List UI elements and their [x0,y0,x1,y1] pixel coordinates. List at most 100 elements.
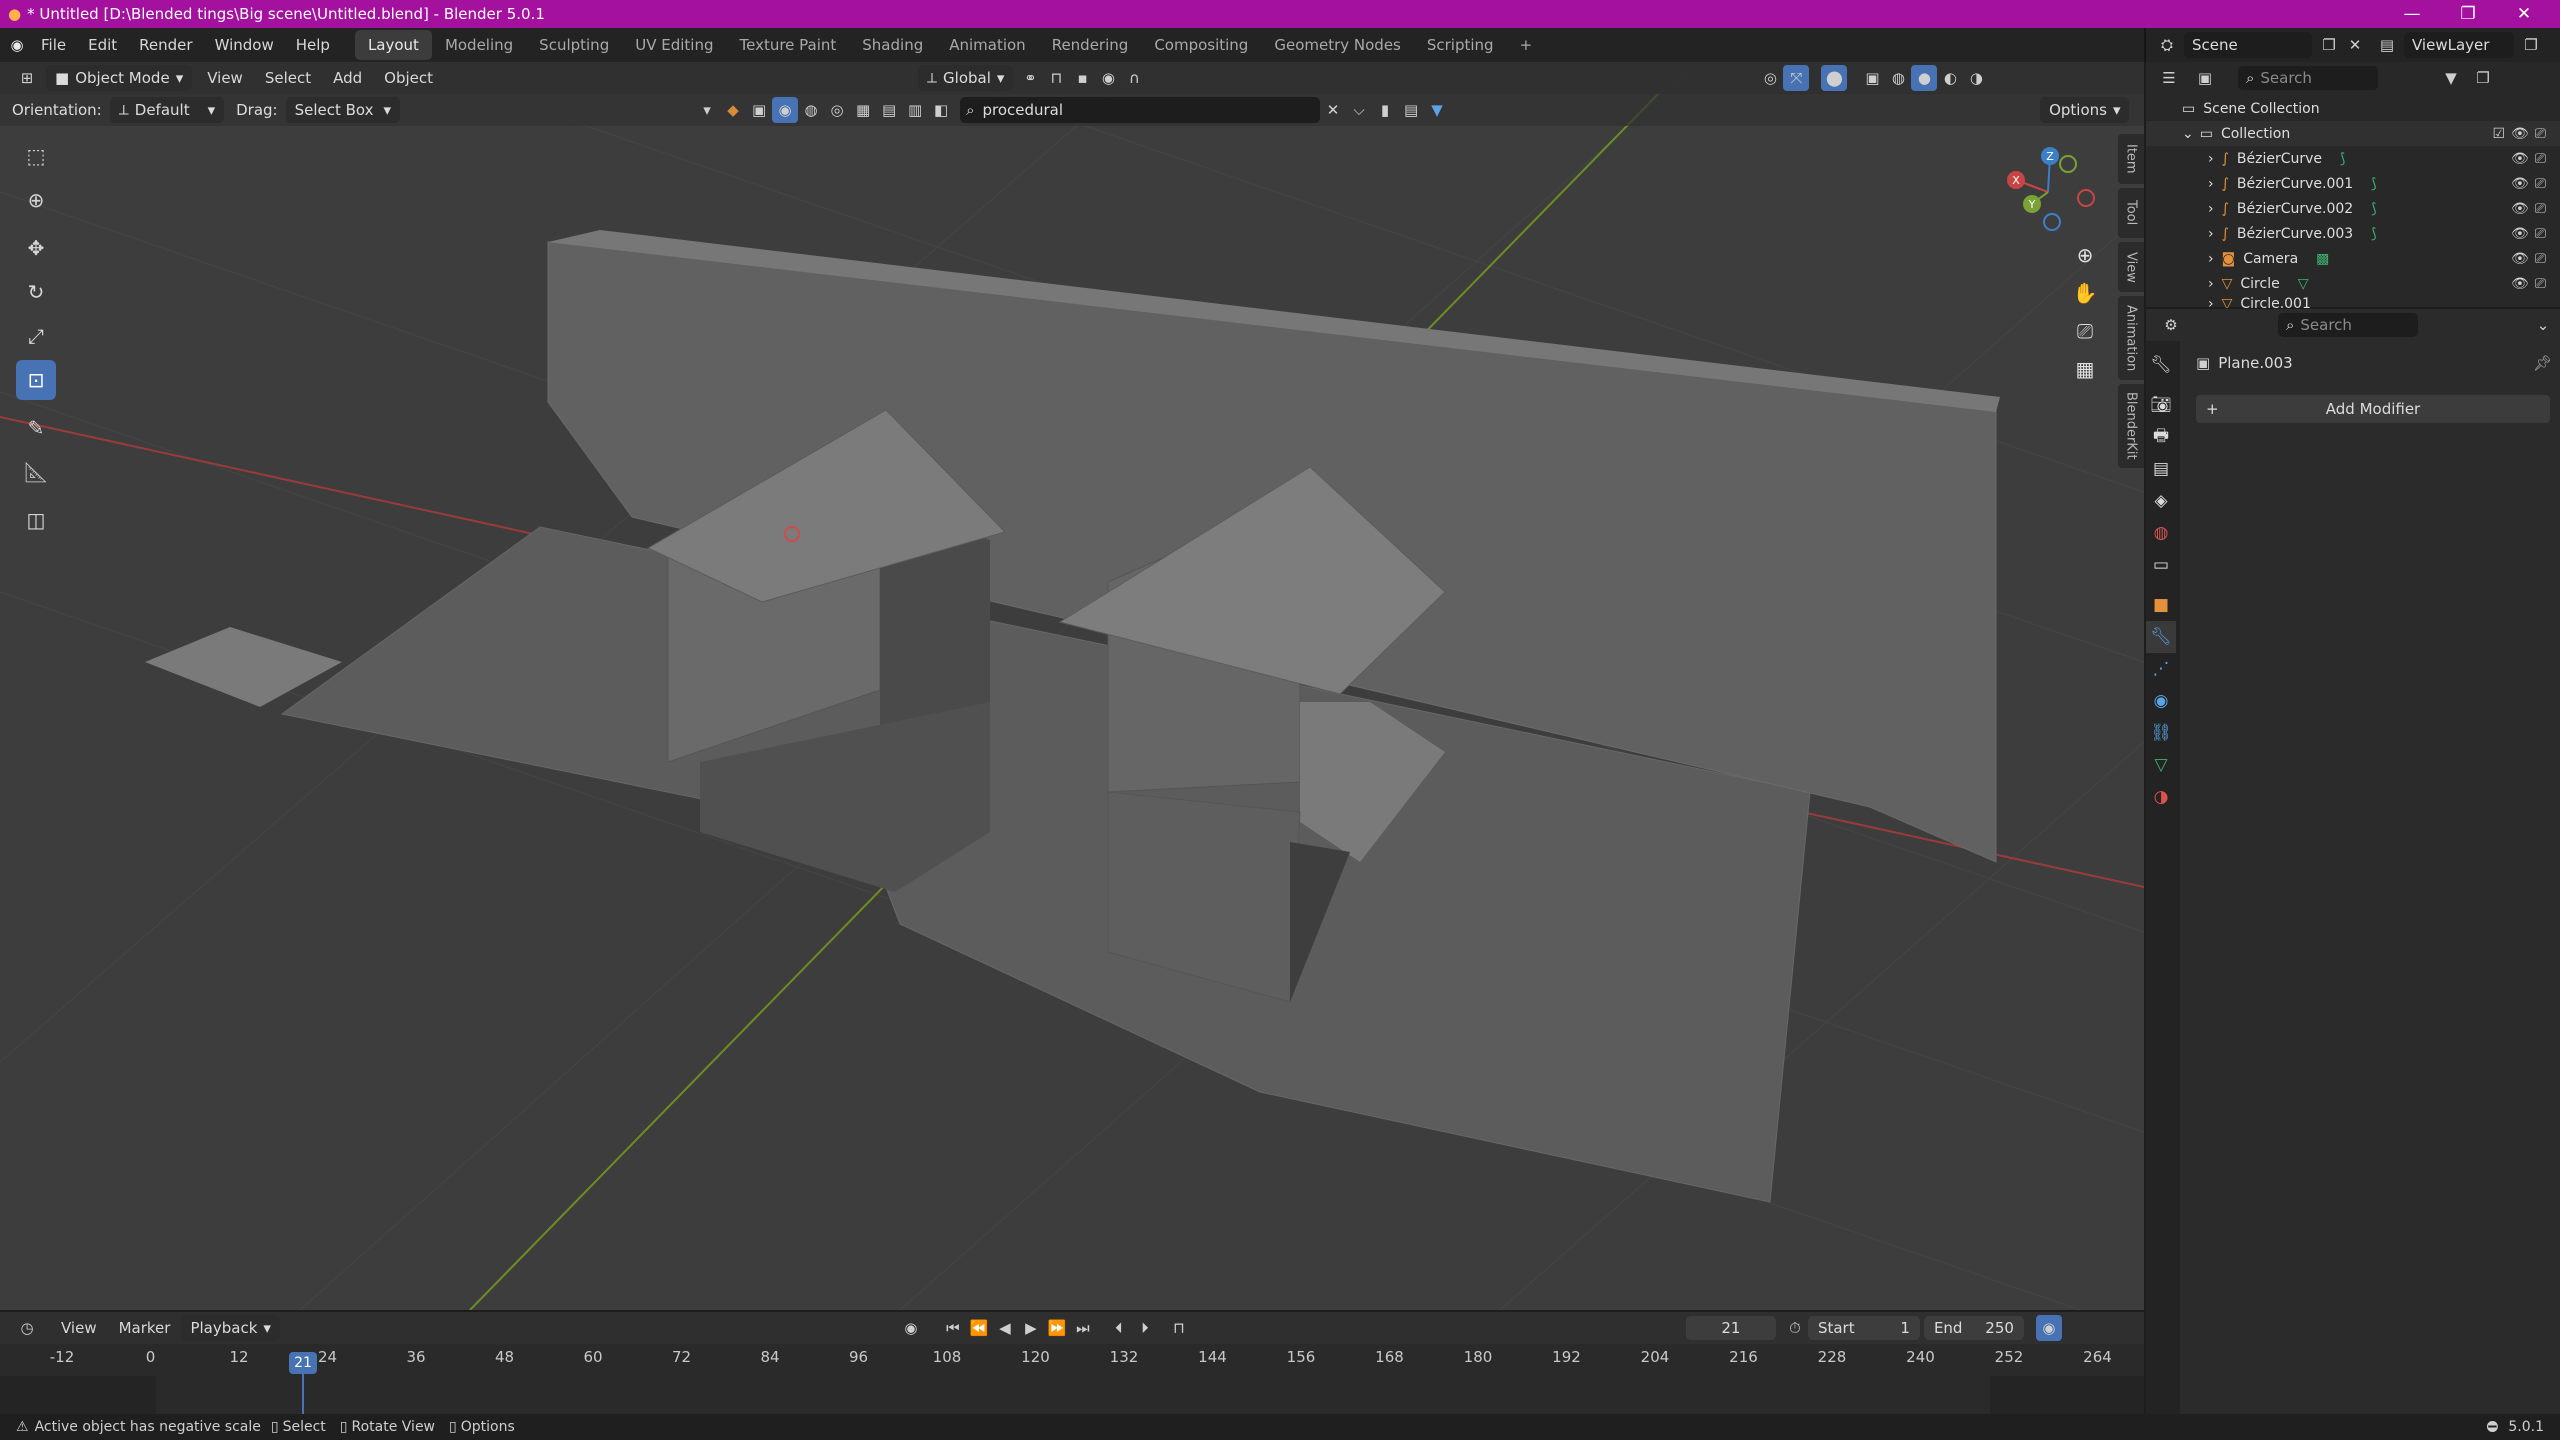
gizmo-toggle-icon[interactable]: ⤧ [1783,65,1810,91]
asset-filter-7-icon[interactable]: ▥ [902,97,928,123]
outliner-row[interactable]: › ◙ Camera ▩ 👁︎⎚ [2146,246,2560,271]
chevron-right-icon[interactable]: › [2208,226,2214,242]
chevron-down-icon[interactable]: ⌄ [2530,312,2556,338]
asset-filter-5-icon[interactable]: ▦ [850,97,876,123]
material-shading-icon[interactable]: ◐ [1937,65,1963,91]
proportional-edit-icon[interactable]: ◉ [1095,65,1121,91]
chevron-right-icon[interactable]: › [2208,296,2214,308]
asset-filter-1-icon[interactable]: ▣ [746,97,772,123]
new-scene-icon[interactable]: ❐ [2316,32,2342,58]
editor-type-icon[interactable]: ⊞ [14,65,40,91]
asset-ticket-icon[interactable]: ⌵ [1346,97,1372,123]
asset-filter-8-icon[interactable]: ◧ [928,97,954,123]
outliner-row[interactable]: › ▽ Circle.001 [2146,296,2560,308]
menu-help[interactable]: Help [285,30,341,60]
visibility-toggles[interactable]: 👁︎⎚ [2511,226,2552,242]
tab-tool[interactable]: Tool [2118,188,2144,238]
add-modifier-button[interactable]: + Add Modifier [2196,395,2550,423]
tab-texture-paint[interactable]: Texture Paint [726,30,849,60]
physics-tab[interactable]: ◉ [2146,685,2176,717]
scene-name-field[interactable]: Scene [2184,32,2312,58]
chevron-right-icon[interactable]: › [2208,276,2214,292]
display-mode-icon[interactable]: ▣ [2192,65,2218,91]
new-collection-icon[interactable]: ❐ [2470,65,2496,91]
tab-scripting[interactable]: Scripting [1414,30,1507,60]
visibility-toggles[interactable]: 👁︎⎚ [2511,201,2552,217]
falloff-icon[interactable]: ∩ [1121,65,1147,91]
tab-layout[interactable]: Layout [354,30,432,60]
asset-library-icon[interactable]: ◆ [720,97,746,123]
snap-target-icon[interactable]: ▪ [1069,65,1095,91]
filter-icon[interactable]: ▼ [2438,65,2464,91]
move-tool[interactable]: ✥ [16,228,56,268]
world-tab[interactable]: ◍ [2146,517,2176,549]
transform-tool[interactable]: ⊡ [16,360,56,400]
asset-filter-funnel-icon[interactable]: ▼ [1424,97,1450,123]
tab-blenderkit[interactable]: BlenderKit [2118,384,2144,468]
outliner-row[interactable]: › ∫ BézierCurve.001 ⟆ 👁︎⎚ [2146,171,2560,196]
visibility-toggles[interactable]: 👁︎⎚ [2511,151,2552,167]
tab-item[interactable]: Item [2118,134,2144,184]
properties-search-input[interactable]: ⌕ Search [2278,313,2418,337]
xray-toggle-icon[interactable]: ▣ [1859,65,1885,91]
playhead[interactable]: 21 [289,1352,317,1374]
render-tab[interactable]: 📷︎ [2146,389,2176,421]
chevron-right-icon[interactable]: › [2208,176,2214,192]
tool-tab[interactable]: 🔧︎ [2146,349,2176,381]
camera-view-icon[interactable]: ⎚ [2066,312,2104,350]
visibility-toggles[interactable]: 👁︎⎚ [2511,276,2552,292]
viewport-3d[interactable]: ⊞ ■ Object Mode ▾ View Select Add Object ⟂… [0,62,2144,1310]
bookmark-icon[interactable]: ▮ [1372,97,1398,123]
add-workspace-button[interactable]: + [1507,30,1546,60]
material-tab[interactable]: ◑ [2146,781,2176,813]
scene-collection-row[interactable]: ▭ Scene Collection [2146,96,2560,121]
asset-filter-2-icon[interactable]: ◉ [772,97,799,123]
menu-file[interactable]: File [30,30,77,60]
minimize-button[interactable]: — [2384,0,2440,28]
tab-animation[interactable]: Animation [936,30,1038,60]
menu-edit[interactable]: Edit [77,30,128,60]
navigation-gizmo[interactable]: Z X Y [2000,142,2100,242]
select-box-tool[interactable]: ⬚ [16,136,56,176]
outliner-search-input[interactable]: ⌕ Search [2238,66,2378,90]
viewport-menu-view[interactable]: View [196,63,254,93]
cursor-tool[interactable]: ⊕ [16,180,56,220]
clear-search-icon[interactable]: ✕ [1320,97,1346,123]
add-cube-tool[interactable]: ◫ [16,500,56,540]
tab-compositing[interactable]: Compositing [1141,30,1261,60]
close-window-button[interactable]: ✕ [2496,0,2552,28]
drag-selector[interactable]: Select Box ▾ [285,97,401,123]
asset-filter-3-icon[interactable]: ◍ [798,97,824,123]
new-view-layer-icon[interactable]: ❐ [2518,32,2544,58]
asset-toggle-icon[interactable]: ▾ [694,97,720,123]
scene-tab[interactable]: ◈ [2146,485,2176,517]
view-layer-field[interactable]: ViewLayer [2404,32,2514,58]
viewport-menu-select[interactable]: Select [254,63,322,93]
perspective-toggle-icon[interactable]: ▦ [2066,350,2104,388]
menu-render[interactable]: Render [128,30,203,60]
tab-rendering[interactable]: Rendering [1039,30,1142,60]
tab-modeling[interactable]: Modeling [432,30,526,60]
blender-menu-icon[interactable]: ◉ [4,32,30,58]
tab-uv-editing[interactable]: UV Editing [622,30,726,60]
visibility-toggles[interactable]: ☑👁︎⎚ [2492,126,2552,142]
chevron-down-icon[interactable]: ⌄ [2182,126,2194,142]
wireframe-shading-icon[interactable]: ◍ [1885,65,1911,91]
constraints-tab[interactable]: ⛓ [2146,717,2176,749]
particles-tab[interactable]: ⋰ [2146,653,2176,685]
zoom-icon[interactable]: ⊕ [2066,236,2104,274]
object-tab[interactable]: ■ [2146,589,2176,621]
pin-icon[interactable]: 📌︎ [2533,354,2552,372]
asset-filter-6-icon[interactable]: ▤ [876,97,902,123]
output-tab[interactable]: 🖶︎ [2146,421,2176,453]
chevron-right-icon[interactable]: › [2208,251,2214,267]
rotate-tool[interactable]: ↻ [16,272,56,312]
mode-selector[interactable]: ■ Object Mode ▾ [46,65,193,91]
asset-filter-4-icon[interactable]: ◎ [824,97,850,123]
outliner-editor-icon[interactable]: ☰ [2156,65,2182,91]
collection-row[interactable]: ⌄ ▭ Collection ☑👁︎⎚ [2146,121,2560,146]
properties-editor-icon[interactable]: ⚙ [2158,312,2184,338]
tab-sculpting[interactable]: Sculpting [526,30,622,60]
data-tab[interactable]: ▽ [2146,749,2176,781]
overlay-toggle-icon[interactable]: ⬤ [1821,65,1848,91]
